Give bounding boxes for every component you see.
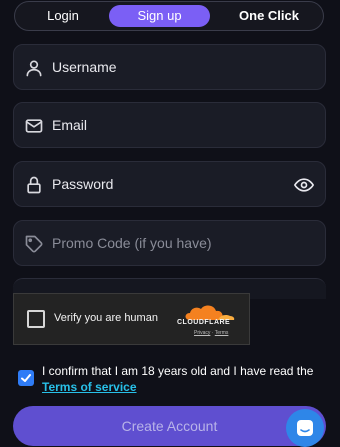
- captcha-label: Verify you are human: [54, 312, 158, 324]
- checkmark-icon: [21, 374, 31, 382]
- eye-icon[interactable]: [293, 175, 315, 195]
- captcha-terms-link[interactable]: Terms: [215, 330, 229, 336]
- tab-one-click[interactable]: One Click: [220, 5, 318, 27]
- confirm-age-text: I confirm that I am 18 years old and I h…: [42, 364, 314, 378]
- password-input[interactable]: [52, 162, 292, 206]
- auth-tabs: Login Sign up One Click: [14, 1, 324, 31]
- mail-icon: [25, 119, 43, 133]
- password-field: [13, 161, 326, 207]
- cloudflare-brand: CLOUDFLARE: [177, 319, 231, 326]
- promo-code-input[interactable]: [52, 221, 292, 265]
- email-field: [13, 102, 326, 148]
- privacy-link[interactable]: Privacy: [194, 330, 210, 336]
- create-account-button[interactable]: Create Account: [13, 406, 326, 446]
- username-field: [13, 44, 326, 90]
- chat-button[interactable]: [286, 409, 324, 447]
- tab-login[interactable]: Login: [21, 5, 105, 27]
- confirm-age-checkbox[interactable]: [18, 370, 34, 386]
- captcha-links: Privacy · Terms: [194, 330, 228, 336]
- lock-icon: [27, 176, 41, 194]
- username-input[interactable]: [52, 45, 292, 89]
- email-input[interactable]: [52, 103, 292, 147]
- captcha-widget: Verify you are human CLOUDFLARE Privacy …: [13, 293, 250, 345]
- promo-code-field: [13, 220, 326, 266]
- user-icon: [26, 60, 42, 77]
- captcha-checkbox[interactable]: [27, 310, 45, 328]
- terms-of-service-link[interactable]: Terms of service: [42, 379, 137, 395]
- tab-signup[interactable]: Sign up: [109, 5, 210, 27]
- tag-icon: [25, 235, 43, 253]
- chat-icon: [297, 420, 313, 436]
